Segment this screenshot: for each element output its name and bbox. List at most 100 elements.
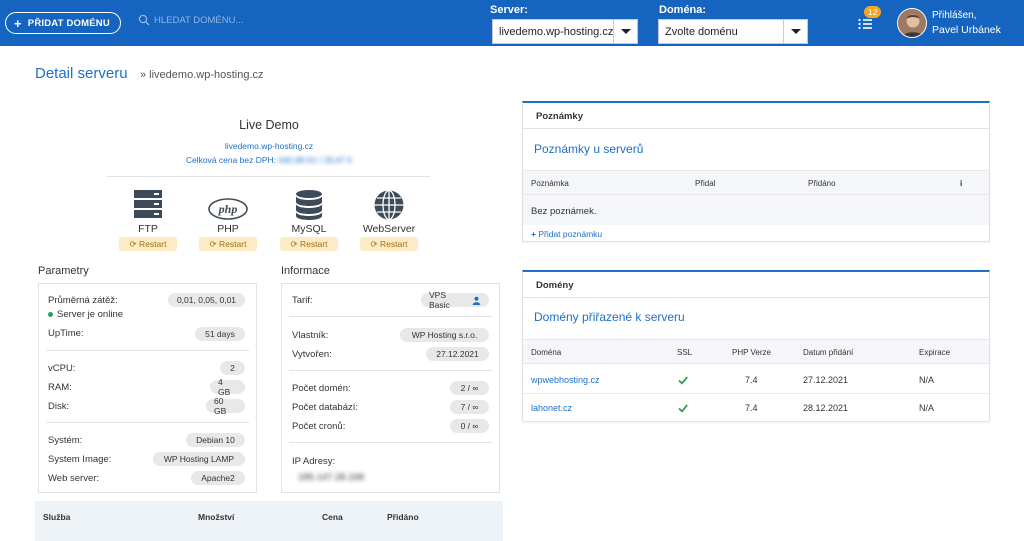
chevron-down-icon: [613, 20, 637, 43]
globe-icon: [374, 189, 404, 221]
domains-count-value: 2 / ∞: [450, 381, 489, 395]
online-status: Server je online: [48, 309, 123, 320]
notes-empty-text: Bez poznámek.: [531, 206, 597, 217]
refresh-icon: ⟳: [209, 238, 220, 249]
status-dot-icon: [48, 311, 53, 317]
service-mysql: MySQL ⟳ Restart: [277, 187, 341, 251]
db-count-value: 7 / ∞: [450, 400, 489, 414]
server-name: Live Demo: [239, 118, 299, 132]
service-php: php PHP ⟳ Restart: [196, 187, 260, 251]
restart-php-button[interactable]: ⟳ Restart: [199, 237, 257, 251]
date-added: 27.12.2021: [803, 375, 849, 385]
date-added: 28.12.2021: [803, 403, 849, 413]
domain-link[interactable]: lahonet.cz: [531, 403, 572, 413]
database-icon: [296, 190, 322, 220]
divider: [289, 316, 492, 317]
add-domain-button[interactable]: + PŘIDAT DOMÉNU: [5, 12, 121, 34]
webserver-label: Web server:: [48, 473, 100, 484]
notes-subtitle: Poznámky u serverů: [534, 142, 644, 156]
page-title: Detail serveru: [35, 65, 128, 82]
plus-icon: +: [14, 15, 22, 31]
divider: [46, 422, 249, 423]
restart-mysql-button[interactable]: ⟳ Restart: [280, 237, 338, 251]
cron-count-label: Počet cronů:: [292, 421, 346, 432]
service-label: FTP: [138, 223, 158, 235]
created-label: Vytvořen:: [292, 349, 332, 360]
ip-value: 185.147.28.168: [298, 472, 365, 483]
info-icon[interactable]: i: [960, 179, 962, 188]
disk-label: Disk:: [48, 401, 70, 412]
expiration: N/A: [919, 403, 935, 413]
col-header: Poznámka: [531, 179, 569, 188]
divider: [289, 442, 492, 443]
col-header: Množství: [198, 512, 235, 522]
add-note-link[interactable]: + Přidat poznámku: [531, 229, 602, 239]
owner-label: Vlastník:: [292, 330, 329, 341]
services-table-header: Služba Množství Cena Přidáno: [35, 501, 503, 541]
php-version: 7.4: [745, 403, 758, 413]
server-select[interactable]: livedemo.wp-hosting.cz: [492, 19, 638, 44]
info-title: Informace: [281, 265, 330, 277]
domain-select[interactable]: Zvolte doménu: [658, 19, 808, 44]
search-input[interactable]: [154, 14, 274, 26]
vcpu-label: vCPU:: [48, 363, 76, 374]
server-icon: [134, 190, 162, 218]
php-version: 7.4: [745, 375, 758, 385]
notes-card-header: Poznámky: [523, 103, 989, 129]
restart-webserver-button[interactable]: ⟳ Restart: [360, 237, 418, 251]
notes-table-header: Poznámka Přidal Přidáno i: [523, 170, 989, 195]
server-price: Celková cena bez DPH: 640,98 Kč / 26,67 …: [35, 155, 503, 165]
restart-ftp-button[interactable]: ⟳ Restart: [119, 237, 177, 251]
domains-table-header: Doména SSL PHP Verze Datum přidání Expir…: [523, 339, 989, 364]
uptime-value: 51 days: [195, 327, 245, 341]
load-label: Průměrná zátěž:: [48, 295, 118, 306]
user-greeting: Přihlášen,: [932, 10, 977, 21]
service-webserver: WebServer ⟳ Restart: [357, 187, 421, 251]
col-header: PHP Verze: [732, 348, 771, 357]
user-name: Pavel Urbánek: [932, 24, 1001, 36]
plus-icon: +: [531, 229, 536, 239]
avatar[interactable]: [897, 8, 927, 38]
col-header: Datum přidání: [803, 348, 854, 357]
tasks-badge: 12: [864, 6, 882, 18]
domain-link[interactable]: wpwebhosting.cz: [531, 375, 600, 385]
tarif-label: Tarif:: [292, 295, 313, 306]
col-header: SSL: [677, 348, 693, 357]
ip-label: IP Adresy:: [292, 456, 336, 467]
check-icon: [678, 376, 688, 385]
check-icon: [678, 404, 688, 413]
disk-value: 60 GB: [206, 396, 245, 416]
ram-label: RAM:: [48, 382, 72, 393]
add-domain-label: PŘIDAT DOMÉNU: [27, 17, 110, 29]
load-value: 0,01, 0,05, 0,01: [168, 293, 245, 307]
col-header: Přidal: [695, 179, 716, 188]
domains-count-label: Počet domén:: [292, 383, 351, 394]
refresh-icon: ⟳: [129, 238, 140, 249]
notes-card: Poznámky Poznámky u serverů Poznámka Při…: [522, 101, 990, 242]
col-header: Přidáno: [387, 512, 419, 522]
user-info[interactable]: Přihlášen, Pavel Urbánek: [932, 9, 1001, 37]
service-ftp: FTP ⟳ Restart: [116, 187, 180, 251]
service-label: WebServer: [362, 223, 416, 235]
refresh-icon: ⟳: [290, 238, 301, 249]
system-value: Debian 10: [186, 433, 245, 447]
svg-text:php: php: [218, 202, 238, 216]
domains-card-header: Domény: [523, 272, 989, 298]
owner-value: WP Hosting s.r.o.: [400, 328, 489, 342]
service-label: MySQL: [291, 223, 327, 235]
search: [138, 14, 274, 26]
breadcrumb: » livedemo.wp-hosting.cz: [140, 69, 264, 81]
expiration: N/A: [919, 375, 935, 385]
image-label: System Image:: [48, 454, 112, 465]
tarif-value: VPS Basic: [421, 290, 489, 310]
vcpu-value: 2: [220, 361, 245, 375]
chevron-down-icon: [783, 20, 807, 43]
params-title: Parametry: [38, 265, 89, 277]
col-header: Služba: [43, 512, 71, 522]
col-header: Cena: [322, 512, 343, 522]
domains-card: Domény Domény přiřazené k serveru Doména…: [522, 270, 990, 422]
col-header: Expirace: [919, 348, 951, 357]
uptime-label: UpTime:: [48, 328, 84, 339]
service-label: PHP: [217, 223, 239, 235]
search-icon: [138, 14, 150, 26]
